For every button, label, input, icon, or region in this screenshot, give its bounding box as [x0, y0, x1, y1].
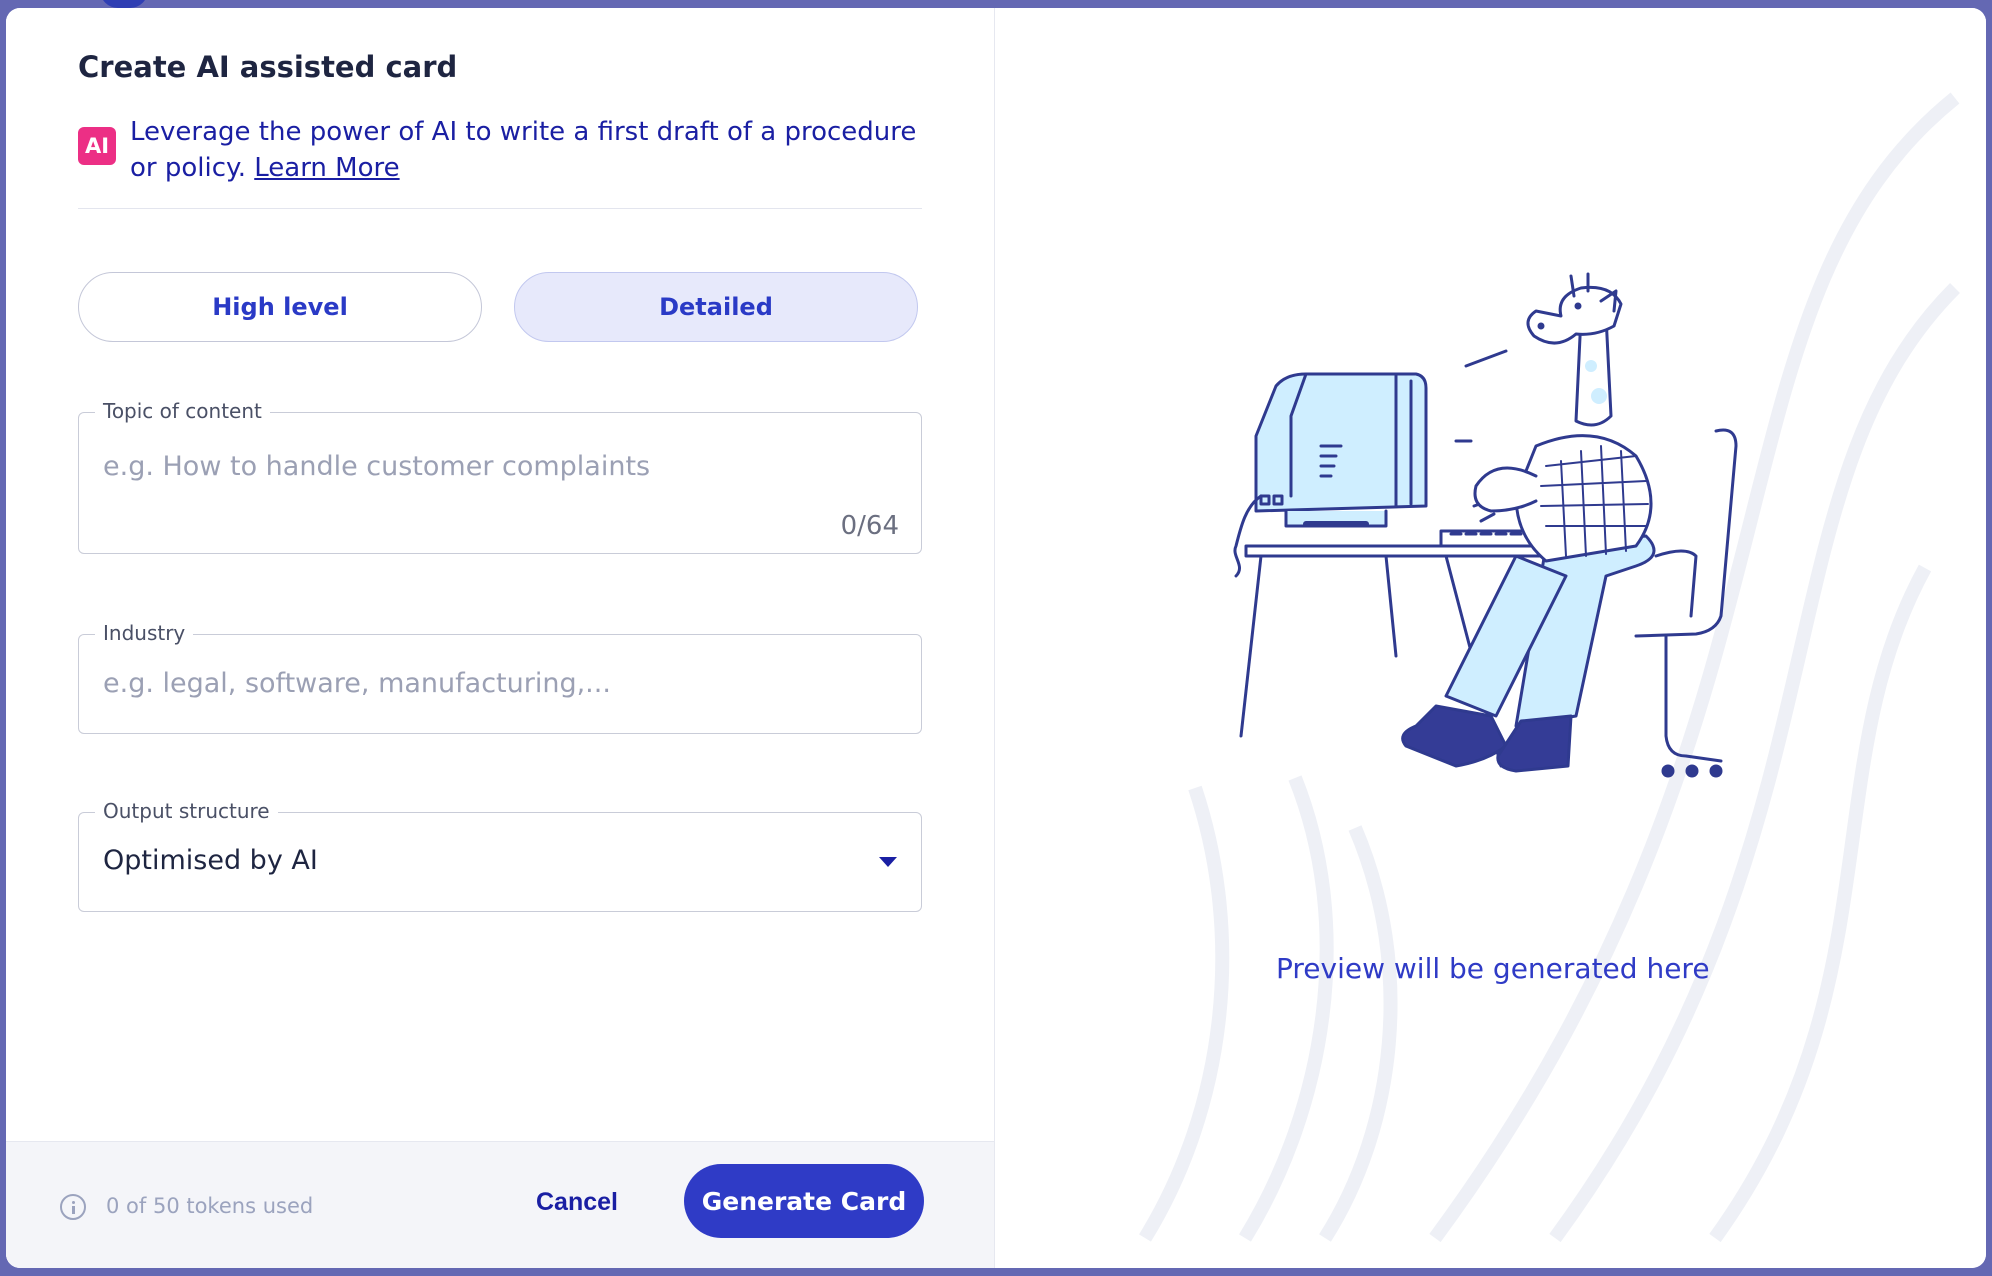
generate-card-button[interactable]: Generate Card [684, 1164, 924, 1238]
output-structure-select[interactable]: Output structure Optimised by AI [78, 799, 922, 912]
chevron-down-icon[interactable] [879, 857, 897, 867]
learn-more-link[interactable]: Learn More [254, 153, 399, 183]
info-icon[interactable] [60, 1194, 86, 1220]
ai-badge-icon: AI [78, 127, 116, 165]
preview-placeholder-text: Preview will be generated here [1276, 952, 1710, 985]
mode-detailed-button[interactable]: Detailed [514, 272, 918, 342]
divider [78, 208, 922, 209]
dialog-footer: 0 of 50 tokens used Cancel Generate Card [6, 1141, 994, 1268]
token-usage: 0 of 50 tokens used [106, 1194, 314, 1218]
topic-label: Topic of content [95, 399, 270, 423]
industry-label: Industry [95, 621, 194, 645]
character-counter: 0/64 [840, 511, 899, 541]
cancel-button[interactable]: Cancel [536, 1188, 618, 1217]
intro-text: Leverage the power of AI to write a firs… [130, 114, 930, 186]
backdrop-avatar [100, 0, 148, 8]
topic-input-placeholder[interactable]: e.g. How to handle customer complaints [103, 451, 650, 482]
form-panel: Create AI assisted card AI Leverage the … [6, 8, 995, 1268]
ai-card-dialog: Create AI assisted card AI Leverage the … [6, 8, 1986, 1268]
intro-description: Leverage the power of AI to write a firs… [130, 117, 917, 183]
industry-field[interactable]: Industry e.g. legal, software, manufactu… [78, 621, 922, 734]
giraffe-illustration [1233, 272, 1738, 778]
industry-input-placeholder[interactable]: e.g. legal, software, manufacturing,... [103, 668, 611, 699]
output-structure-label: Output structure [95, 799, 278, 823]
dialog-title: Create AI assisted card [78, 50, 458, 84]
output-structure-value: Optimised by AI [103, 845, 318, 876]
mode-high-level-button[interactable]: High level [78, 272, 482, 342]
topic-field[interactable]: Topic of content e.g. How to handle cust… [78, 399, 922, 554]
